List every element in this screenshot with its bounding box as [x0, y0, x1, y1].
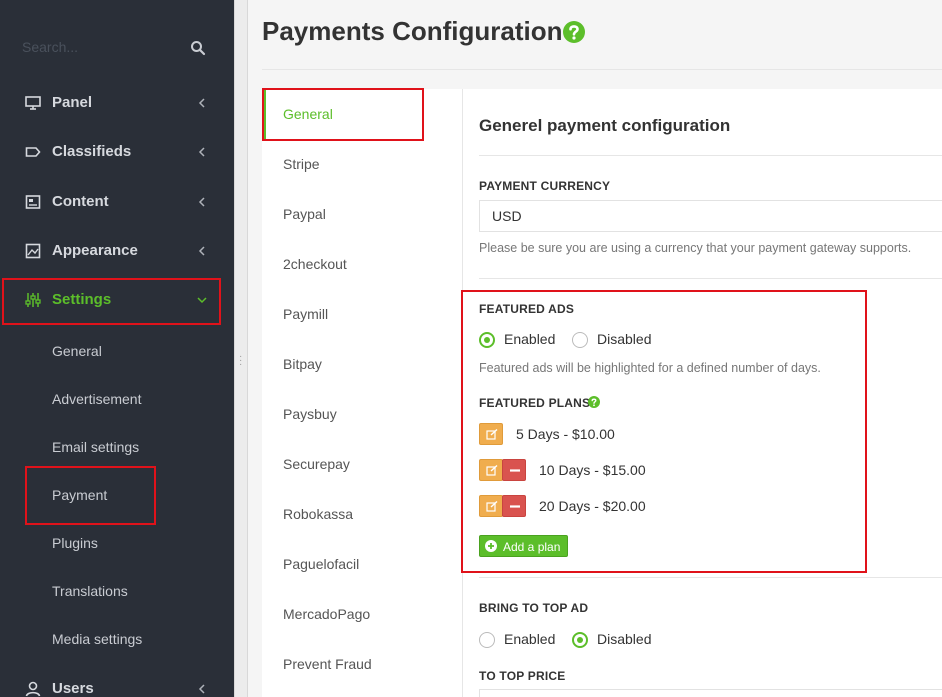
- to-top-price-input[interactable]: [479, 689, 942, 697]
- payment-highlight-box: [25, 466, 156, 525]
- panel-divider: [479, 155, 942, 156]
- tab-2checkout[interactable]: 2checkout: [262, 239, 462, 289]
- payment-currency-label: PAYMENT CURRENCY: [479, 179, 611, 193]
- image-icon: [25, 243, 41, 259]
- sidebar-item-appearance[interactable]: Appearance: [0, 228, 234, 274]
- sidebar-subitem-general[interactable]: General: [52, 343, 102, 359]
- section-divider: [479, 278, 942, 279]
- sidebar-item-content[interactable]: Content: [0, 179, 234, 225]
- sidebar-item-label: Panel: [52, 94, 93, 111]
- bring-top-disabled-radio[interactable]: [572, 632, 588, 648]
- tab-paguelofacil[interactable]: Paguelofacil: [262, 539, 462, 589]
- featured-ads-highlight-box: [461, 290, 867, 573]
- payment-currency-input[interactable]: USD: [479, 200, 942, 232]
- tab-securepay[interactable]: Securepay: [262, 439, 462, 489]
- page-title: Payments Configuration: [262, 16, 563, 46]
- sidebar-search: [0, 24, 234, 70]
- sidebar-item-label: Users: [52, 680, 94, 697]
- chevron-left-icon: [198, 197, 205, 207]
- general-tab-highlight-box: [262, 88, 424, 141]
- sidebar-item-panel[interactable]: Panel: [0, 80, 234, 126]
- search-icon[interactable]: [190, 40, 206, 56]
- sidebar-subitem-translations[interactable]: Translations: [52, 583, 128, 599]
- sidebar-item-label: Appearance: [52, 242, 138, 259]
- payment-gateway-tabs: General Stripe Paypal 2checkout Paymill …: [262, 89, 462, 697]
- sidebar-item-label: Content: [52, 193, 109, 210]
- monitor-icon: [25, 96, 41, 110]
- tag-icon: [25, 147, 41, 157]
- tab-mercadopago[interactable]: MercadoPago: [262, 589, 462, 639]
- sidebar-subitem-plugins[interactable]: Plugins: [52, 535, 98, 551]
- tab-stripe[interactable]: Stripe: [262, 139, 462, 189]
- bring-top-enabled-radio[interactable]: [479, 632, 495, 648]
- sidebar-subitem-email-settings[interactable]: Email settings: [52, 439, 139, 455]
- grip-icon: · · ·: [239, 351, 243, 370]
- tab-bitpay[interactable]: Bitpay: [262, 339, 462, 389]
- search-input[interactable]: [22, 36, 182, 58]
- sidebar: Panel Classifieds Content Appearance: [0, 0, 234, 697]
- tab-prevent-fraud[interactable]: Prevent Fraud: [262, 639, 462, 689]
- chevron-left-icon: [198, 98, 205, 108]
- currency-help-text: Please be sure you are using a currency …: [479, 241, 912, 255]
- panel-title: Generel payment configuration: [479, 116, 731, 135]
- bring-to-top-label: BRING TO TOP AD: [479, 601, 589, 615]
- bring-top-disabled-label[interactable]: Disabled: [597, 631, 651, 647]
- section-divider: [479, 577, 942, 578]
- chevron-left-icon: [198, 147, 205, 157]
- help-icon[interactable]: [562, 20, 586, 44]
- tab-paymill[interactable]: Paymill: [262, 289, 462, 339]
- sidebar-item-users[interactable]: Users: [0, 666, 234, 697]
- sidebar-subitem-advertisement[interactable]: Advertisement: [52, 391, 141, 407]
- sidebar-item-label: Classifieds: [52, 143, 132, 160]
- tab-paysbuy[interactable]: Paysbuy: [262, 389, 462, 439]
- sidebar-resize-handle[interactable]: · · ·: [234, 0, 248, 697]
- to-top-price-label: TO TOP PRICE: [479, 669, 566, 683]
- settings-highlight-box: [2, 278, 221, 325]
- sidebar-subitem-media-settings[interactable]: Media settings: [52, 631, 142, 647]
- bring-top-enabled-label[interactable]: Enabled: [504, 631, 555, 647]
- title-divider: [262, 69, 942, 70]
- tab-paypal[interactable]: Paypal: [262, 189, 462, 239]
- document-icon: [25, 195, 41, 209]
- sidebar-item-classifieds[interactable]: Classifieds: [0, 129, 234, 175]
- main-content: Payments Configuration General Stripe Pa…: [248, 0, 942, 697]
- tab-robokassa[interactable]: Robokassa: [262, 489, 462, 539]
- chevron-left-icon: [198, 246, 205, 256]
- chevron-left-icon: [198, 684, 205, 694]
- user-icon: [25, 681, 41, 697]
